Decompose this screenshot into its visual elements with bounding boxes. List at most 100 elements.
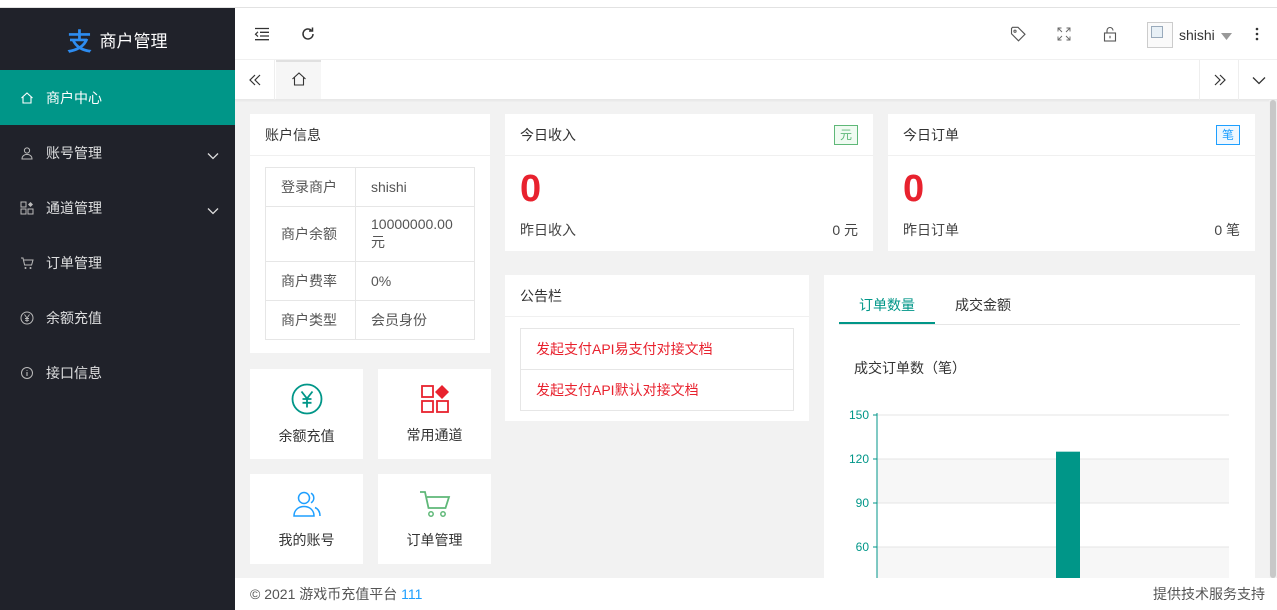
refresh-icon[interactable]: [298, 24, 318, 44]
avatar: [1147, 22, 1173, 48]
sidebar-item-label: 余额充值: [46, 309, 102, 326]
y-tick-label: 150: [849, 408, 869, 422]
yen-circle-icon: [291, 383, 323, 418]
grid-band: [877, 547, 1229, 578]
sidebar-item-label: 商户中心: [46, 89, 102, 106]
tab-scroll-right-icon[interactable]: [1199, 60, 1239, 100]
sidebar-item-label: 订单管理: [46, 254, 102, 271]
orders-value: 0: [903, 168, 925, 210]
tag-icon[interactable]: [1008, 24, 1028, 44]
order-count-chart: 150 120 90 60: [849, 408, 1229, 578]
user-menu[interactable]: shishi: [1147, 22, 1232, 48]
footer-version-link[interactable]: 111: [401, 586, 422, 602]
bar: [1056, 451, 1080, 578]
main-content: 账户信息 登录商户 shishi 商户余额 10000000.00 元 商户费率 0%…: [235, 100, 1265, 578]
sidebar: 支 商户管理 商户中心 账号管理 通道管理 订单管理 余额充值 接口信息: [0, 8, 235, 610]
notice-link-epay-doc[interactable]: 发起支付API易支付对接文档: [521, 329, 793, 369]
quick-orders[interactable]: 订单管理: [378, 474, 491, 564]
sub-value: 0 元: [832, 222, 858, 238]
income-card: 今日收入 元 0 昨日收入 0 元: [505, 114, 873, 251]
row-value: 会员身份: [355, 300, 475, 340]
table-row: 商户类型 会员身份: [265, 300, 475, 340]
lock-icon[interactable]: [1100, 24, 1120, 44]
orders-card: 今日订单 笔 0 昨日订单 0 笔: [888, 114, 1255, 251]
y-tick-label: 120: [849, 452, 869, 466]
sub-label: 昨日订单: [903, 222, 959, 238]
account-info-card: 账户信息 登录商户 shishi 商户余额 10000000.00 元 商户费率 0%…: [250, 114, 490, 353]
notice-card: 公告栏 发起支付API易支付对接文档 发起支付API默认对接文档: [505, 275, 809, 421]
sidebar-item-label: 接口信息: [46, 364, 102, 381]
logo-mark: 支: [67, 26, 92, 56]
sidebar-item-account[interactable]: 账号管理: [0, 125, 235, 180]
home-icon: [20, 91, 34, 105]
card-title: 今日收入: [505, 114, 873, 156]
sub-label: 昨日收入: [520, 222, 576, 238]
unit-badge: 笔: [1215, 125, 1240, 145]
sidebar-item-merchant-center[interactable]: 商户中心: [0, 70, 235, 125]
tab-menu-chevron-down-icon[interactable]: [1238, 60, 1277, 100]
user-icon: [20, 146, 34, 160]
row-key: 商户余额: [265, 206, 356, 262]
income-value: 0: [520, 168, 542, 210]
tab-home[interactable]: [276, 60, 321, 99]
notice-list: 发起支付API易支付对接文档 发起支付API默认对接文档: [520, 328, 794, 411]
tab-scroll-left-icon[interactable]: [235, 60, 275, 100]
table-row: 商户费率 0%: [265, 261, 475, 301]
sub-value: 0 笔: [1214, 222, 1240, 238]
row-value: 0%: [355, 261, 475, 301]
more-icon[interactable]: [1247, 24, 1267, 44]
footer-support: 提供技术服务支持: [1153, 586, 1265, 602]
chart-card: 订单数量 成交金额 成交订单数（笔） 150 120 90 60: [824, 275, 1255, 578]
caret-down-icon: [1220, 27, 1232, 43]
card-title: 今日订单: [888, 114, 1255, 156]
tab-bar: [235, 60, 1277, 100]
quick-label: 我的账号: [278, 531, 335, 548]
copyright-text: © 2021 游戏币充值平台: [250, 586, 398, 602]
sidebar-item-orders[interactable]: 订单管理: [0, 235, 235, 290]
sidebar-item-label: 账号管理: [46, 144, 102, 161]
sidebar-item-label: 通道管理: [46, 199, 102, 216]
window-top-edge: [0, 0, 1277, 8]
scrollbar[interactable]: [1269, 100, 1277, 578]
grid-band: [877, 459, 1229, 503]
quick-recharge[interactable]: 余额充值: [250, 369, 363, 459]
row-key: 商户类型: [265, 300, 356, 340]
chevron-down-icon: [207, 147, 219, 163]
card-title: 账户信息: [250, 114, 490, 156]
quick-channels[interactable]: 常用通道: [378, 369, 491, 459]
channel-grid-icon: [420, 384, 450, 417]
cart-icon: [20, 256, 34, 270]
info-icon: [20, 366, 34, 380]
sidebar-item-channel[interactable]: 通道管理: [0, 180, 235, 235]
row-value: 10000000.00 元: [355, 206, 475, 262]
yen-icon: [20, 311, 34, 325]
footer-copyright: © 2021 游戏币充值平台 111: [250, 584, 422, 604]
top-header: shishi: [235, 8, 1277, 60]
quick-label: 常用通道: [406, 426, 463, 443]
row-key: 商户费率: [265, 261, 356, 301]
username: shishi: [1179, 27, 1215, 43]
users-icon: [292, 489, 322, 522]
table-row: 商户余额 10000000.00 元: [265, 206, 475, 262]
chevron-down-icon: [207, 202, 219, 218]
home-icon: [291, 71, 307, 90]
quick-my-account[interactable]: 我的账号: [250, 474, 363, 564]
apps-icon: [20, 201, 34, 215]
row-value: shishi: [355, 167, 475, 207]
fullscreen-icon[interactable]: [1054, 24, 1074, 44]
y-tick-label: 90: [856, 496, 870, 510]
cart-icon: [419, 489, 451, 522]
sidebar-item-api-info[interactable]: 接口信息: [0, 345, 235, 400]
row-key: 登录商户: [265, 167, 356, 207]
logo[interactable]: 支 商户管理: [0, 8, 235, 70]
unit-badge: 元: [833, 125, 858, 145]
quick-label: 订单管理: [406, 531, 463, 548]
menu-collapse-icon[interactable]: [252, 24, 272, 44]
scrollbar-thumb[interactable]: [1270, 100, 1276, 578]
footer: © 2021 游戏币充值平台 111 提供技术服务支持: [235, 578, 1277, 610]
notice-link-default-doc[interactable]: 发起支付API默认对接文档: [521, 369, 793, 409]
sidebar-item-recharge[interactable]: 余额充值: [0, 290, 235, 345]
app-title: 商户管理: [99, 31, 168, 51]
quick-label: 余额充值: [278, 427, 335, 444]
table-row: 登录商户 shishi: [265, 167, 475, 207]
